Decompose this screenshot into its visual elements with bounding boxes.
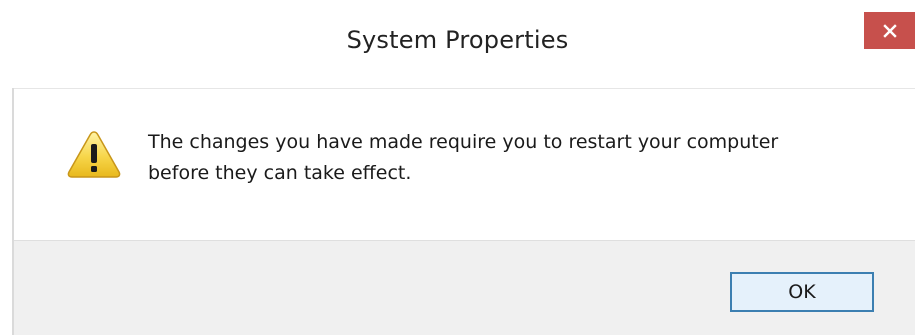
system-properties-dialog: System Properties The changes you have m… bbox=[0, 0, 915, 335]
title-bar[interactable]: System Properties bbox=[0, 0, 915, 88]
close-button[interactable] bbox=[864, 12, 915, 49]
message-line-2: before they can take effect. bbox=[148, 162, 412, 184]
dialog-title: System Properties bbox=[346, 26, 569, 54]
dialog-footer: OK bbox=[14, 240, 915, 335]
restart-message: The changes you have made require you to… bbox=[148, 127, 888, 189]
message-line-1: The changes you have made require you to… bbox=[148, 131, 779, 153]
ok-button[interactable]: OK bbox=[730, 272, 874, 312]
close-x-icon bbox=[882, 23, 897, 38]
dialog-content: The changes you have made require you to… bbox=[14, 88, 915, 240]
warning-triangle-icon bbox=[67, 131, 121, 178]
